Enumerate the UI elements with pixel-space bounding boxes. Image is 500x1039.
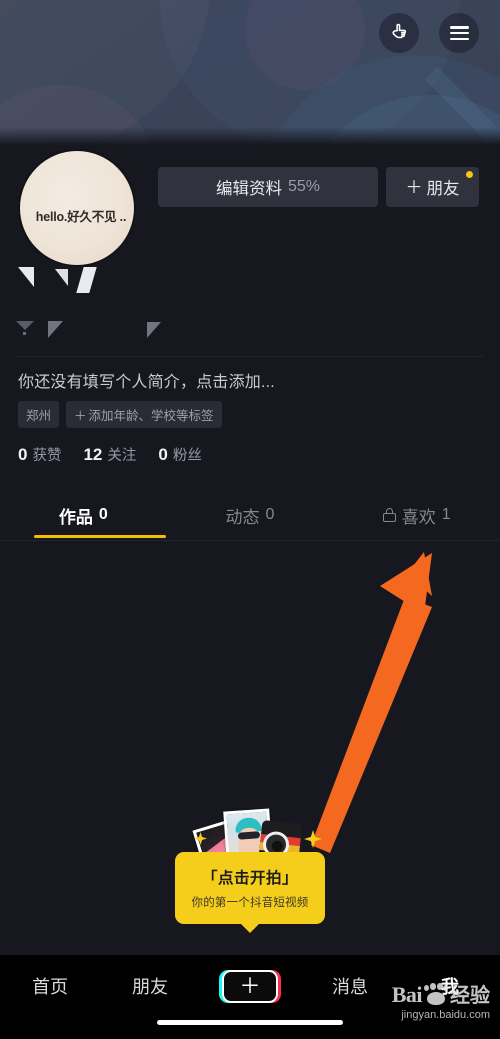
tag-add-label: 添加年龄、学校等标签 xyxy=(88,409,214,423)
divider xyxy=(16,356,484,357)
hamburger-menu-button[interactable] xyxy=(439,13,479,53)
nav-item-home-label: 首页 xyxy=(32,977,68,997)
glyph-fragment xyxy=(76,267,97,293)
stats-row: 0 获赞 12 关注 0 粉丝 xyxy=(18,444,202,465)
nav-item-messages-label: 消息 xyxy=(332,977,368,997)
glyph-fragment xyxy=(18,267,34,287)
tag-list: 郑州 ＋ 添加年龄、学校等标签 xyxy=(18,401,222,428)
profile-completion-percent: 55% xyxy=(287,178,321,195)
baidu-jingyan-watermark: Bai 经验 jingyan.baidu.com xyxy=(391,982,490,1021)
tag-location-label: 郑州 xyxy=(26,409,52,423)
tab-dynamics-label: 动态 xyxy=(225,507,260,527)
stat-followers-count: 0 xyxy=(158,445,168,464)
add-friend-button[interactable]: ＋ 朋友 xyxy=(386,167,479,207)
avatar[interactable]: hello.好久不见 .. xyxy=(18,149,136,267)
tag-add[interactable]: ＋ 添加年龄、学校等标签 xyxy=(66,401,222,428)
edit-profile-label: 编辑资料 xyxy=(215,180,282,198)
masked-user-id xyxy=(0,321,200,347)
tooltip-tail xyxy=(240,923,260,933)
pointing-hand-icon xyxy=(388,20,410,47)
home-indicator[interactable] xyxy=(157,1020,343,1025)
create-button[interactable]: ＋ xyxy=(219,969,281,1003)
avatar-text: hello.好久不见 .. xyxy=(35,209,127,224)
stat-following[interactable]: 12 关注 xyxy=(83,444,136,465)
stat-followers[interactable]: 0 粉丝 xyxy=(158,444,201,465)
tooltip-title: 「点击开拍」 xyxy=(201,870,298,887)
stat-followers-label: 粉丝 xyxy=(172,448,202,464)
stat-following-count: 12 xyxy=(83,445,103,464)
tab-likes-count: 1 xyxy=(441,506,451,523)
banner-fade xyxy=(0,127,500,145)
glyph-fragment xyxy=(55,269,68,286)
stat-following-label: 关注 xyxy=(107,448,137,464)
hamburger-menu-icon xyxy=(449,26,469,40)
nav-item-friends-label: 朋友 xyxy=(132,977,168,997)
tab-dynamics-count: 0 xyxy=(265,506,275,523)
tooltip-subtitle: 你的第一个抖音短视频 xyxy=(191,897,309,909)
plus-icon: ＋ xyxy=(74,409,87,423)
stat-likes-count: 0 xyxy=(18,445,28,464)
glyph-fragment xyxy=(23,332,26,335)
edit-profile-button[interactable]: 编辑资料 55% xyxy=(158,167,378,207)
content-tabs: 作品 0 动态 0 喜欢 1 xyxy=(0,490,500,540)
nav-item-home[interactable]: 首页 xyxy=(0,973,100,999)
douyin-profile-screen: hello.好久不见 .. 编辑资料 55% ＋ 朋友 你还没有填写个人简介，点… xyxy=(0,0,500,1039)
masked-nickname xyxy=(0,267,200,299)
tab-works-label: 作品 xyxy=(58,507,93,527)
glyph-fragment xyxy=(16,321,34,330)
tabs-separator xyxy=(0,540,500,541)
profile-banner[interactable] xyxy=(0,0,500,145)
tab-works[interactable]: 作品 0 xyxy=(0,490,167,540)
glyph-fragment xyxy=(147,322,161,338)
notification-dot-badge xyxy=(466,171,473,178)
start-recording-tooltip[interactable]: 「点击开拍」 你的第一个抖音短视频 xyxy=(175,852,325,933)
tab-works-count: 0 xyxy=(98,506,108,523)
nav-item-friends[interactable]: 朋友 xyxy=(100,973,200,999)
nav-item-messages[interactable]: 消息 xyxy=(300,973,400,999)
active-tab-underline xyxy=(34,535,166,538)
watermark-jingyan-text: 经验 xyxy=(450,985,490,1007)
stat-likes-label: 获赞 xyxy=(32,448,62,464)
watermark-bai-text: Bai xyxy=(391,982,423,1007)
stat-likes[interactable]: 0 获赞 xyxy=(18,444,61,465)
glyph-fragment xyxy=(48,321,63,338)
tag-location[interactable]: 郑州 xyxy=(18,401,60,428)
plus-icon: ＋ xyxy=(222,969,278,1003)
add-friend-label: 朋友 xyxy=(426,180,460,198)
watermark-url: jingyan.baidu.com xyxy=(401,1009,490,1021)
pointing-hand-button[interactable] xyxy=(379,13,419,53)
bio-text[interactable]: 你还没有填写个人简介，点击添加... xyxy=(18,368,275,392)
tab-likes[interactable]: 喜欢 1 xyxy=(333,490,500,540)
plus-icon: ＋ xyxy=(405,177,423,197)
paw-icon xyxy=(424,983,448,1006)
tab-likes-label: 喜欢 xyxy=(401,507,436,527)
tab-dynamics[interactable]: 动态 0 xyxy=(167,490,334,540)
lock-icon xyxy=(382,508,396,522)
nav-item-create[interactable]: ＋ xyxy=(200,969,300,1003)
